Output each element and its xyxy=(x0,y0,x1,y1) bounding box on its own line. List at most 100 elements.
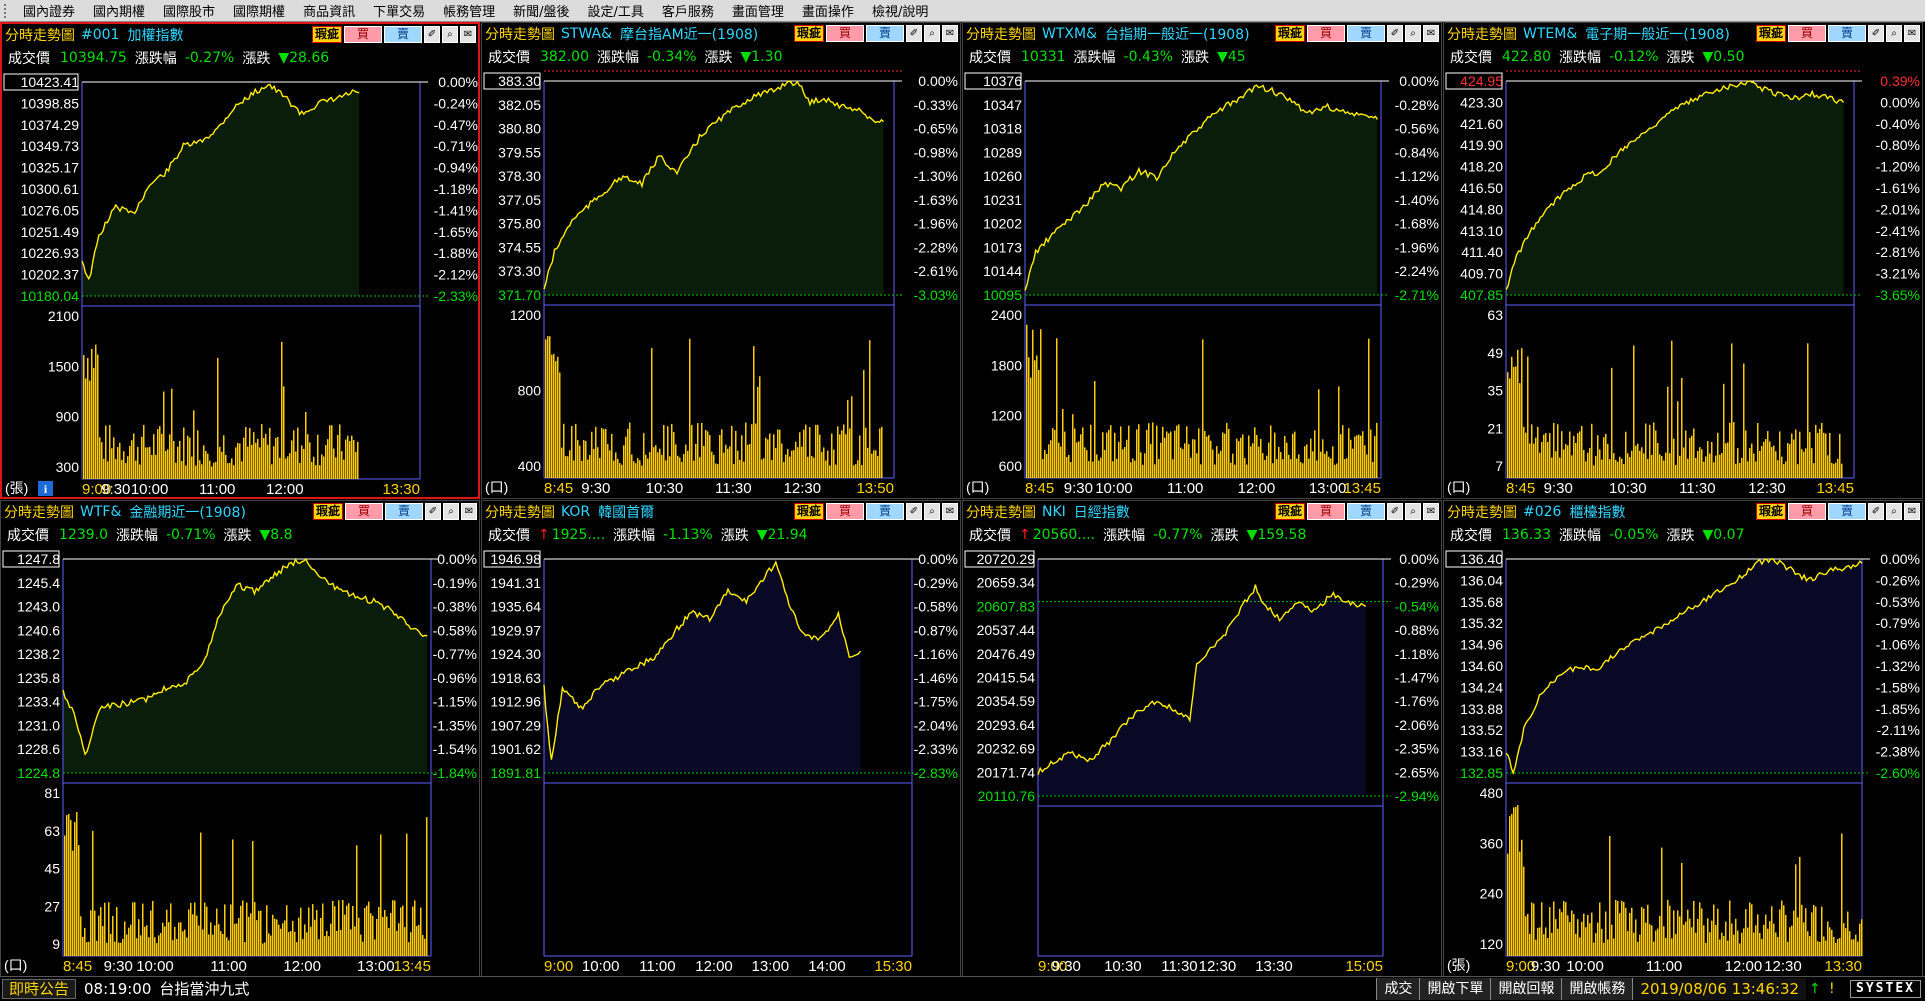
chart-panel-5[interactable]: 分時走勢圖 KOR 韓國首爾 瑕疵 買 賣 ✐ ⌕ ✉ 成交價 ↑ 1925..… xyxy=(481,500,961,977)
volume-bar xyxy=(657,452,659,478)
volume-bar xyxy=(1132,458,1134,478)
chart-panel-0[interactable]: 分時走勢圖 #001 加權指數 瑕疵 買 賣 ✐ ⌕ ✉ 成交價 10394.7… xyxy=(0,22,480,499)
volume-bar xyxy=(1577,919,1579,956)
volume-bar xyxy=(115,459,117,479)
volume-bar xyxy=(1667,899,1669,956)
volume-bar xyxy=(1238,441,1240,478)
volume-bar xyxy=(398,923,400,956)
menu-item-0[interactable]: 國內證券 xyxy=(14,1,84,20)
volume-bar xyxy=(1290,459,1292,478)
volume-bar xyxy=(167,449,169,479)
volume-bar xyxy=(1771,447,1773,478)
volume-bar xyxy=(731,425,733,478)
volume-bar xyxy=(164,926,166,956)
news-button[interactable]: 即時公告 xyxy=(2,978,77,999)
time-tick-label: 13:30 xyxy=(1255,958,1293,975)
intraday-chart[interactable]: 20720.29 20659.34 20607.83 20537.44 20476.49… xyxy=(963,501,1442,977)
volume-bar xyxy=(1032,329,1034,478)
volume-bar xyxy=(1527,356,1529,478)
intraday-chart[interactable]: 1247.8 1245.4 1243.0 1240.6 1238.2 1235.8 1233… xyxy=(1,501,480,977)
chart-panel-2[interactable]: 分時走勢圖 WTXM& 台指期一般近一(1908) 瑕疵 買 賣 ✐ ⌕ ✉ 成… xyxy=(962,22,1442,499)
menu-grip-handle[interactable] xyxy=(4,3,12,18)
volume-bar xyxy=(1787,443,1789,478)
volume-bar xyxy=(1579,431,1581,478)
menu-item-2[interactable]: 國際股市 xyxy=(154,1,224,20)
volume-bar xyxy=(1609,459,1611,478)
volume-bar xyxy=(117,447,119,479)
volume-bar xyxy=(1224,433,1226,478)
volume-bar xyxy=(1709,453,1711,478)
volume-bar xyxy=(380,834,382,956)
trade-button[interactable]: 成交 xyxy=(1376,978,1420,1000)
open-order-button[interactable]: 開啟下單 xyxy=(1419,978,1491,1000)
chart-panel-1[interactable]: 分時走勢圖 STWA& 摩台指AM近一(1908) 瑕疵 買 賣 ✐ ⌕ ✉ 成… xyxy=(481,22,961,499)
volume-bar xyxy=(573,460,575,478)
open-account-button[interactable]: 開啟帳務 xyxy=(1561,978,1633,1000)
menu-item-5[interactable]: 下單交易 xyxy=(364,1,434,20)
volume-bar xyxy=(1831,929,1833,956)
volume-bar xyxy=(1659,454,1661,478)
volume-bar xyxy=(1753,932,1755,956)
volume-bar xyxy=(311,461,313,479)
menu-item-12[interactable]: 檢視/說明 xyxy=(863,1,937,20)
chart-panel-7[interactable]: 分時走勢圖 #026 櫃檯指數 瑕疵 買 賣 ✐ ⌕ ✉ 成交價 136.33 … xyxy=(1443,500,1923,977)
intraday-chart[interactable]: 1946.98 1941.31 1935.64 1929.97 1924.30 1918.… xyxy=(482,501,961,977)
intraday-chart[interactable]: 383.30 382.05 380.80 379.55 378.30 377.05 375.… xyxy=(482,23,961,499)
volume-bar xyxy=(1200,464,1202,478)
news-headline[interactable]: 台指當沖九式 xyxy=(159,978,249,999)
volume-bar xyxy=(315,465,317,479)
menu-item-11[interactable]: 畫面操作 xyxy=(793,1,863,20)
volume-bar xyxy=(144,926,146,956)
volume-bar xyxy=(1721,453,1723,478)
menu-item-3[interactable]: 國際期權 xyxy=(224,1,294,20)
pct-tick-label: -1.85% xyxy=(1876,701,1920,717)
open-report-button[interactable]: 開啟回報 xyxy=(1490,978,1562,1000)
volume-bar xyxy=(238,918,240,956)
volume-bar xyxy=(1731,343,1733,478)
volume-bar xyxy=(1647,904,1649,956)
pct-tick-label: -1.06% xyxy=(1876,637,1920,653)
menu-item-1[interactable]: 國內期權 xyxy=(84,1,154,20)
menu-item-8[interactable]: 設定/工具 xyxy=(579,1,653,20)
pct-tick-label: -0.26% xyxy=(1876,572,1920,588)
volume-bar xyxy=(775,448,777,478)
volume-bar xyxy=(298,917,300,956)
volume-bar xyxy=(1338,386,1340,478)
volume-bar xyxy=(633,461,635,478)
intraday-chart[interactable]: 424.95 423.30 421.60 419.90 418.20 416.50 414.… xyxy=(1444,23,1923,499)
volume-bar xyxy=(390,912,392,956)
volume-bar xyxy=(304,924,306,956)
volume-bar xyxy=(1699,447,1701,478)
chart-panel-6[interactable]: 分時走勢圖 NKI 日經指數 瑕疵 買 賣 ✐ ⌕ ✉ 成交價 ↑ 20560.… xyxy=(962,500,1442,977)
volume-bar xyxy=(1745,909,1747,956)
volume-bar xyxy=(1517,805,1519,956)
intraday-chart[interactable]: 136.40 136.04 135.68 135.32 134.96 134.60 134.… xyxy=(1444,501,1923,977)
pct-tick-label: -2.71% xyxy=(1395,287,1439,303)
volume-bar xyxy=(873,450,875,478)
menu-item-4[interactable]: 商品資訊 xyxy=(294,1,364,20)
intraday-chart[interactable]: 10423.41 10398.85 10374.29 10349.73 10325.17… xyxy=(2,24,480,499)
pct-tick-label: 0.00% xyxy=(918,73,958,89)
volume-bar xyxy=(1120,426,1122,478)
volume-bar xyxy=(1707,441,1709,478)
time-tick-label: 13:30 xyxy=(1824,958,1862,975)
price-tick-label: 10325.17 xyxy=(21,160,80,176)
volume-bar xyxy=(1316,460,1318,478)
chart-panel-4[interactable]: 分時走勢圖 WTF& 金融期近一(1908) 瑕疵 買 賣 ✐ ⌕ ✉ 成交價 … xyxy=(0,500,480,977)
menu-item-10[interactable]: 畫面管理 xyxy=(723,1,793,20)
volume-bar xyxy=(157,429,159,479)
volume-bar xyxy=(410,932,412,956)
volume-bar xyxy=(1601,459,1603,478)
pct-tick-label: -0.98% xyxy=(914,144,958,160)
volume-bar xyxy=(1691,927,1693,956)
menu-item-6[interactable]: 帳務管理 xyxy=(434,1,504,20)
volume-bar xyxy=(765,437,767,478)
menu-item-7[interactable]: 新聞/盤後 xyxy=(504,1,578,20)
volume-tick-label: 45 xyxy=(44,861,60,877)
price-tick-label: 407.85 xyxy=(1460,287,1503,303)
chart-panel-3[interactable]: 分時走勢圖 WTEM& 電子期一般近一(1908) 瑕疵 買 賣 ✐ ⌕ ✉ 成… xyxy=(1443,22,1923,499)
menu-item-9[interactable]: 客戶服務 xyxy=(653,1,723,20)
volume-bar xyxy=(1549,907,1551,956)
intraday-chart[interactable]: 10376 10347 10318 10289 10260 10231 10202 10173… xyxy=(963,23,1442,499)
volume-bar xyxy=(1649,924,1651,956)
